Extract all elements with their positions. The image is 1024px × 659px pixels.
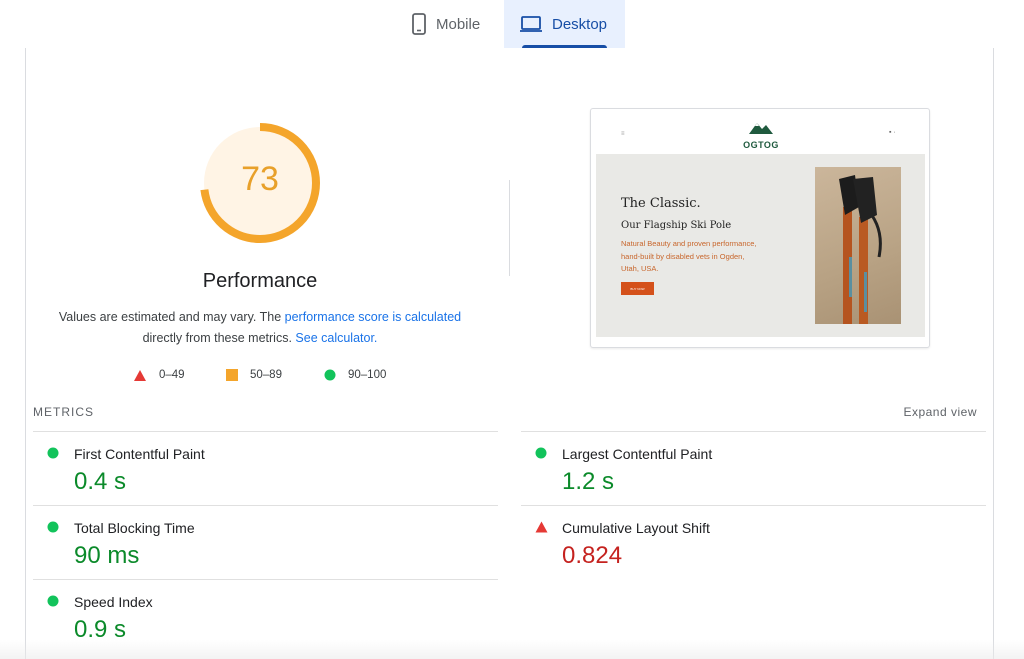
description-text-2: directly from these metrics. bbox=[142, 331, 296, 345]
metric-name: Cumulative Layout Shift bbox=[562, 520, 710, 536]
metric-name: Speed Index bbox=[74, 594, 153, 610]
metric-value: 90 ms bbox=[74, 542, 140, 569]
legend-average: 50–89 bbox=[226, 367, 282, 383]
metric-name: Total Blocking Time bbox=[74, 520, 195, 536]
score-calculated-link[interactable]: performance score is calculated bbox=[285, 310, 461, 324]
performance-title: Performance bbox=[202, 270, 318, 292]
performance-score: 73 bbox=[241, 160, 279, 198]
score-description: Values are estimated and may vary. The p… bbox=[40, 307, 480, 349]
see-calculator-link[interactable]: See calculator. bbox=[295, 331, 377, 345]
monitor-icon bbox=[520, 16, 542, 32]
bottom-fade bbox=[0, 640, 1024, 659]
metric-cls: Cumulative Layout Shift 0.824 bbox=[521, 505, 986, 579]
expand-view-button[interactable]: Expand view bbox=[903, 405, 977, 419]
metric-tbt: Total Blocking Time 90 ms bbox=[33, 505, 498, 579]
metric-fcp: First Contentful Paint 0.4 s bbox=[33, 431, 498, 505]
circle-icon bbox=[47, 595, 59, 607]
ski-pole-image bbox=[839, 175, 882, 324]
metric-value: 1.2 s bbox=[562, 468, 615, 495]
phone-icon bbox=[412, 13, 426, 35]
metric-value: 0.824 bbox=[562, 542, 623, 569]
mountain-logo-icon bbox=[749, 123, 773, 134]
tab-mobile-label: Mobile bbox=[436, 15, 481, 33]
hero-banner: The Classic. Our Flagship Ski Pole Natur… bbox=[596, 154, 925, 337]
description-text-1: Values are estimated and may vary. The bbox=[58, 310, 285, 324]
circle-icon bbox=[535, 447, 547, 459]
triangle-icon bbox=[535, 521, 548, 533]
metric-name: First Contentful Paint bbox=[74, 446, 205, 462]
cart-icon: ▪ · bbox=[889, 129, 896, 136]
device-tabs: Mobile Desktop bbox=[0, 0, 1024, 48]
circle-icon bbox=[47, 447, 59, 459]
brand-logo: OGTOG bbox=[741, 119, 781, 150]
circle-icon bbox=[324, 369, 336, 381]
tab-desktop-label: Desktop bbox=[552, 15, 608, 33]
legend-good-range: 90–100 bbox=[348, 369, 387, 381]
ski-pole-photo bbox=[815, 167, 901, 324]
square-icon bbox=[226, 369, 238, 381]
legend-poor: 0–49 bbox=[133, 367, 185, 383]
legend-average-range: 50–89 bbox=[250, 369, 282, 381]
legend-good: 90–100 bbox=[324, 367, 386, 383]
metrics-heading: METRICS bbox=[33, 405, 94, 419]
circle-icon bbox=[47, 521, 59, 533]
tab-desktop[interactable]: Desktop bbox=[504, 0, 625, 48]
metric-lcp: Largest Contentful Paint 1.2 s bbox=[521, 431, 986, 505]
vertical-divider bbox=[509, 180, 510, 276]
hero-title: The Classic. bbox=[621, 196, 701, 211]
metric-name: Largest Contentful Paint bbox=[562, 446, 713, 462]
menu-icon: ≡ bbox=[621, 131, 625, 137]
hero-buy-button: BUY NOW bbox=[621, 282, 654, 295]
brand-name: OGTOG bbox=[743, 140, 779, 150]
page-screenshot: ≡ OGTOG ▪ · The Classic. Our Flagship Sk… bbox=[590, 108, 930, 348]
metric-value: 0.4 s bbox=[74, 468, 127, 495]
tab-mobile[interactable]: Mobile bbox=[398, 0, 502, 48]
hero-text: Natural Beauty and proven performance, h… bbox=[621, 239, 757, 273]
legend-poor-range: 0–49 bbox=[159, 369, 185, 381]
hero-subtitle: Our Flagship Ski Pole bbox=[621, 220, 732, 231]
triangle-icon bbox=[134, 369, 146, 381]
